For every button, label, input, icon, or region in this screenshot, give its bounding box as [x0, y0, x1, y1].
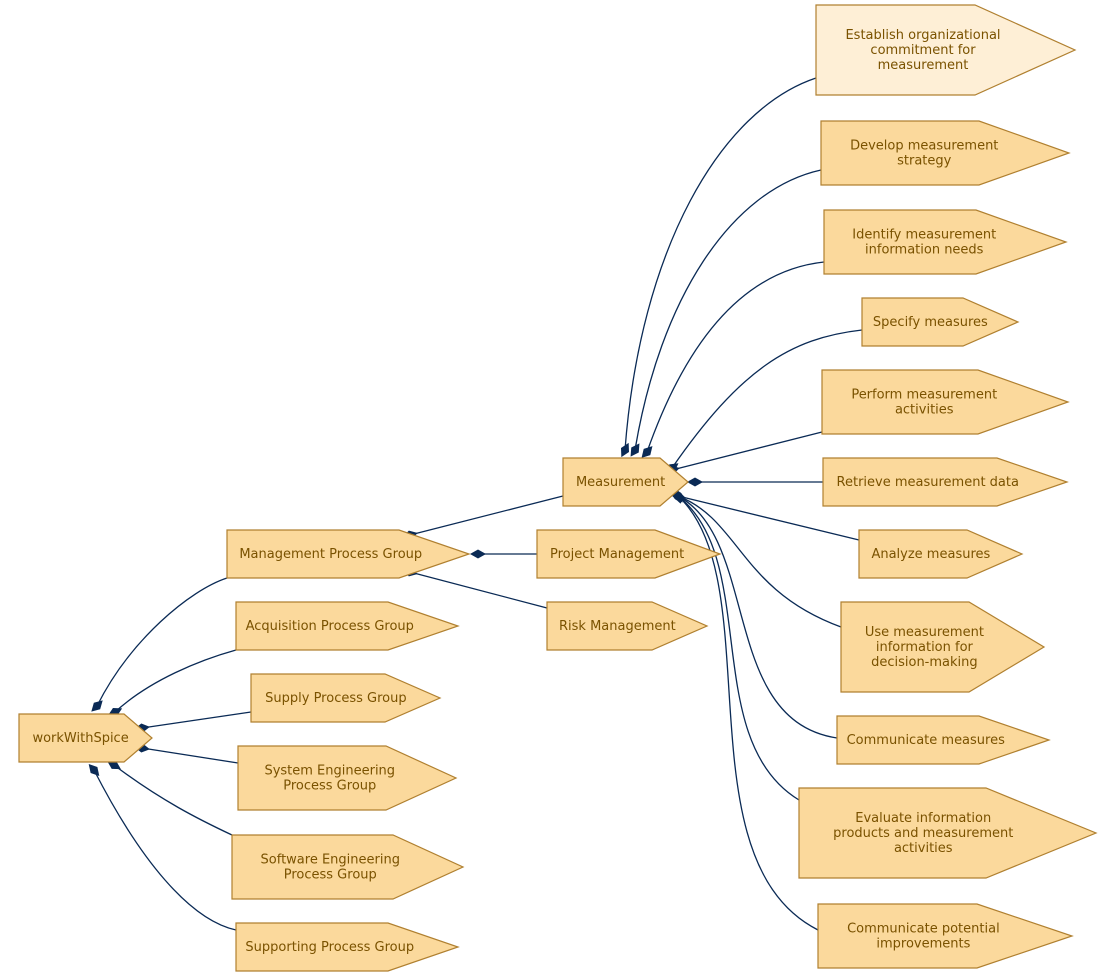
- node-rm[interactable]: Risk Management: [546, 601, 709, 651]
- node-label: Analyze measures: [871, 547, 990, 562]
- node-acq[interactable]: Acquisition Process Group: [235, 601, 460, 651]
- edge-meas-m9: [677, 495, 838, 739]
- node-label: information for: [876, 640, 974, 655]
- node-m8[interactable]: Use measurementinformation fordecision-m…: [840, 601, 1046, 693]
- node-label: Management Process Group: [239, 547, 422, 562]
- edge-meas-m3: [646, 261, 825, 453]
- node-supply[interactable]: Supply Process Group: [250, 673, 442, 723]
- node-label: System Engineering: [264, 764, 395, 779]
- edges-layer: [88, 77, 863, 931]
- node-meas[interactable]: Measurement: [562, 457, 689, 507]
- edge-mgmt-rm: [409, 571, 548, 609]
- node-pm[interactable]: Project Management: [536, 529, 722, 579]
- edge-mgmt-meas: [409, 495, 564, 536]
- node-label: Measurement: [576, 475, 665, 490]
- node-label: Use measurement: [865, 625, 984, 640]
- node-label: Process Group: [284, 868, 377, 883]
- composition-diamond-icon: [91, 700, 103, 712]
- node-syseng[interactable]: System EngineeringProcess Group: [237, 745, 458, 811]
- node-label: Risk Management: [559, 619, 676, 634]
- node-label: decision-making: [871, 655, 978, 670]
- node-label: Identify measurement: [852, 228, 996, 243]
- edge-meas-m10: [677, 495, 800, 801]
- node-mgmt[interactable]: Management Process Group: [226, 529, 471, 579]
- node-label: measurement: [878, 58, 969, 73]
- composition-diamond-icon: [687, 477, 703, 487]
- node-label: Specify measures: [873, 315, 988, 330]
- node-label: products and measurement: [833, 826, 1013, 841]
- node-label: Establish organizational: [845, 28, 1000, 43]
- node-label: Develop measurement: [850, 139, 998, 154]
- node-label: Communicate potential: [847, 922, 1000, 937]
- node-m5[interactable]: Perform measurementactivities: [821, 369, 1070, 435]
- composition-diamond-icon: [88, 764, 100, 776]
- node-label: Acquisition Process Group: [246, 619, 414, 634]
- node-m2[interactable]: Develop measurementstrategy: [820, 120, 1071, 186]
- edge-root-supply: [141, 711, 252, 729]
- node-label: improvements: [876, 937, 970, 952]
- composition-diamond-icon: [630, 443, 640, 457]
- node-label: commitment for: [870, 43, 976, 58]
- node-m11[interactable]: Communicate potentialimprovements: [817, 903, 1074, 969]
- node-label: strategy: [897, 154, 952, 169]
- node-label: activities: [895, 403, 954, 418]
- node-label: Perform measurement: [851, 388, 997, 403]
- node-m4[interactable]: Specify measures: [861, 297, 1020, 347]
- edge-root-mgmt: [96, 577, 228, 707]
- edge-root-syseng: [141, 747, 239, 764]
- edge-root-support: [93, 769, 237, 931]
- node-label: workWithSpice: [32, 731, 128, 746]
- edge-root-sweng: [113, 764, 233, 836]
- node-root[interactable]: workWithSpice: [18, 713, 153, 763]
- node-label: Software Engineering: [261, 853, 400, 868]
- composition-diamond-icon: [470, 549, 486, 559]
- node-m7[interactable]: Analyze measures: [858, 529, 1024, 579]
- node-label: Process Group: [283, 779, 376, 794]
- nodes-layer: workWithSpice Management Process Group Acq…: [18, 4, 1098, 972]
- node-label: Communicate measures: [847, 733, 1005, 748]
- node-label: information needs: [865, 243, 984, 258]
- node-m10[interactable]: Evaluate informationproducts and measure…: [798, 787, 1098, 879]
- node-label: activities: [894, 841, 953, 856]
- edge-root-acq: [114, 649, 237, 713]
- node-sweng[interactable]: Software EngineeringProcess Group: [231, 834, 465, 900]
- node-m9[interactable]: Communicate measures: [836, 715, 1051, 765]
- edge-meas-m1: [624, 77, 817, 451]
- node-label: Supporting Process Group: [245, 940, 414, 955]
- node-label: Evaluate information: [855, 811, 991, 826]
- node-m3[interactable]: Identify measurementinformation needs: [823, 209, 1068, 275]
- node-label: Supply Process Group: [265, 691, 406, 706]
- node-m6[interactable]: Retrieve measurement data: [822, 457, 1069, 507]
- node-m1[interactable]: Establish organizationalcommitment forme…: [815, 4, 1077, 96]
- node-support[interactable]: Supporting Process Group: [235, 922, 460, 972]
- process-diagram: workWithSpice Management Process Group Acq…: [18, 4, 1098, 972]
- node-label: Retrieve measurement data: [837, 475, 1019, 490]
- node-label: Project Management: [550, 547, 684, 562]
